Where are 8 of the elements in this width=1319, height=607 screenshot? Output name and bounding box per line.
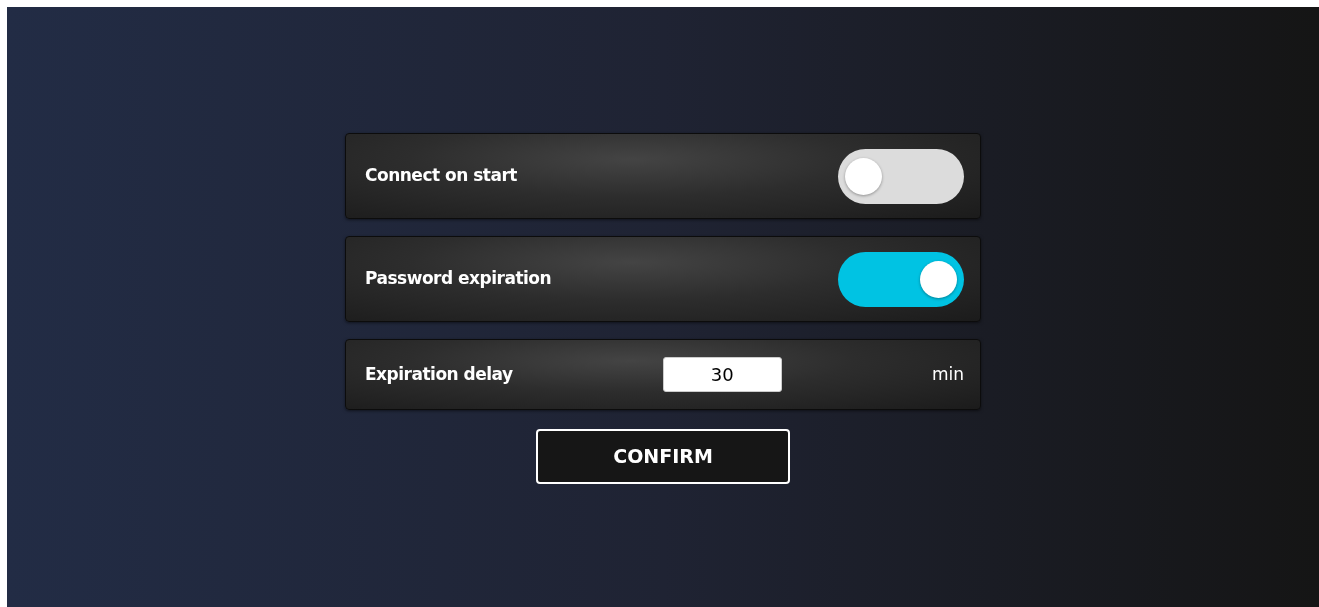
unit-label: min	[931, 362, 964, 386]
setting-label: Password expiration	[365, 267, 552, 291]
number-field[interactable]: 30	[662, 357, 782, 392]
toggle-switch[interactable]	[838, 251, 964, 307]
confirm-button[interactable]: CONFIRM	[536, 429, 790, 484]
setting-label: Expiration delay	[365, 362, 513, 386]
setting-label: Connect on start	[365, 164, 517, 188]
toggle-switch[interactable]	[838, 148, 964, 204]
